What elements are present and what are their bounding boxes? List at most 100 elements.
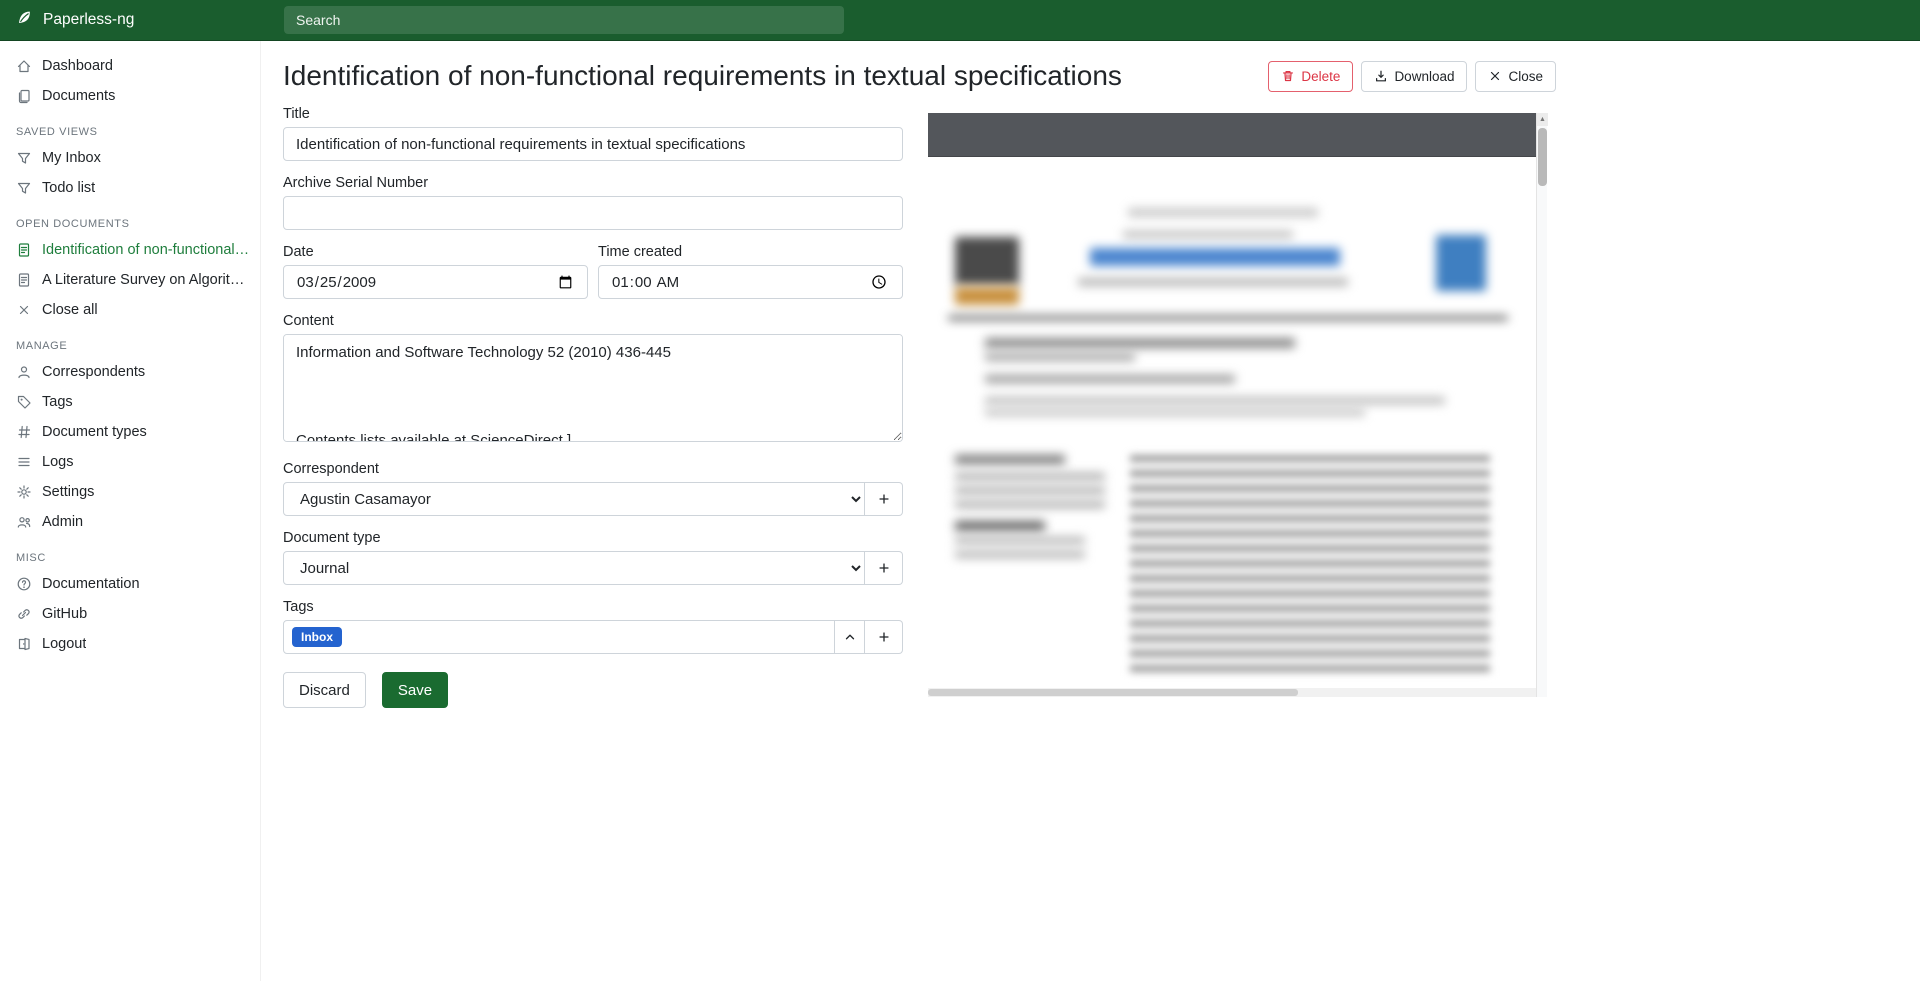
sidebar-open-doc-1[interactable]: Identification of non-functional require… — [0, 235, 260, 265]
document-actions: Delete Download Close — [1268, 61, 1556, 92]
trash-icon — [1281, 69, 1295, 83]
sidebar-item-label: Documents — [42, 88, 115, 104]
house-icon — [16, 58, 32, 74]
sidebar-item-document-types[interactable]: Document types — [0, 417, 260, 447]
sidebar-item-label: My Inbox — [42, 150, 101, 166]
scrollbar-thumb[interactable] — [928, 689, 1298, 696]
sidebar-item-label: GitHub — [42, 606, 87, 622]
sidebar-item-label: Document types — [42, 424, 147, 440]
sidebar-item-todo-list[interactable]: Todo list — [0, 173, 260, 203]
document-edit-form: Title Archive Serial Number Date Time cr… — [283, 106, 903, 708]
tags-input[interactable]: Inbox — [283, 620, 835, 654]
preview-blur-block — [1078, 278, 1348, 286]
date-input[interactable] — [283, 265, 588, 299]
sidebar-item-my-inbox[interactable]: My Inbox — [0, 143, 260, 173]
preview-blur-block — [955, 537, 1085, 544]
preview-blur-block — [955, 551, 1085, 558]
preview-abstract-block — [1130, 455, 1490, 677]
sidebar-item-label: Tags — [42, 394, 73, 410]
person-icon — [16, 364, 32, 380]
sidebar-item-documents[interactable]: Documents — [0, 81, 260, 111]
hash-icon — [16, 424, 32, 440]
preview-authors-line — [985, 375, 1235, 383]
preview-blur-block — [1128, 208, 1318, 217]
title-label: Title — [283, 106, 903, 122]
sidebar-item-label: Documentation — [42, 576, 140, 592]
tag-icon — [16, 394, 32, 410]
sidebar-item-tags[interactable]: Tags — [0, 387, 260, 417]
pdf-page — [928, 157, 1536, 688]
tag-badge-inbox[interactable]: Inbox — [292, 627, 342, 647]
preview-blur-block — [955, 455, 1065, 464]
preview-scrollbar-horizontal[interactable] — [928, 688, 1536, 697]
save-button[interactable]: Save — [382, 672, 448, 708]
scroll-up-icon[interactable]: ▲ — [1537, 113, 1548, 126]
sidebar-item-github[interactable]: GitHub — [0, 599, 260, 629]
document-type-select[interactable]: Journal — [283, 551, 865, 585]
file-text-icon — [16, 242, 32, 258]
sidebar-item-logout[interactable]: Logout — [0, 629, 260, 659]
sidebar-item-label: Logout — [42, 636, 86, 652]
delete-button-label: Delete — [1301, 69, 1340, 84]
funnel-icon — [16, 180, 32, 196]
paperless-logo-icon — [15, 8, 34, 32]
brand[interactable]: Paperless-ng — [0, 8, 261, 32]
preview-publisher-logo — [1436, 235, 1486, 291]
sidebar-item-admin[interactable]: Admin — [0, 507, 260, 537]
time-created-input[interactable] — [598, 265, 903, 299]
gear-icon — [16, 484, 32, 500]
preview-divider — [948, 316, 1508, 320]
plus-icon — [877, 561, 891, 575]
close-button[interactable]: Close — [1475, 61, 1556, 92]
sidebar-item-logs[interactable]: Logs — [0, 447, 260, 477]
add-correspondent-button[interactable] — [865, 482, 903, 516]
top-navbar: Paperless-ng — [0, 0, 1920, 41]
preview-journal-title — [1090, 248, 1340, 266]
delete-button[interactable]: Delete — [1268, 61, 1353, 92]
download-icon — [1374, 69, 1388, 83]
sidebar-section-manage: MANAGE — [0, 325, 260, 357]
download-button-label: Download — [1394, 69, 1454, 84]
title-input[interactable] — [283, 127, 903, 161]
asn-input[interactable] — [283, 196, 903, 230]
add-tag-button[interactable] — [865, 620, 903, 654]
correspondent-select[interactable]: Agustin Casamayor — [283, 482, 865, 516]
tags-collapse-button[interactable] — [835, 620, 865, 654]
sidebar-item-label: Settings — [42, 484, 94, 500]
plus-icon — [877, 630, 891, 644]
preview-blur-block — [985, 409, 1365, 416]
page-header: Identification of non-functional require… — [283, 60, 1556, 92]
sidebar-item-close-all[interactable]: Close all — [0, 295, 260, 325]
preview-journal-logo — [955, 237, 1019, 285]
pdf-preview: ▲ — [928, 113, 1547, 697]
sidebar-item-label: Admin — [42, 514, 83, 530]
date-label: Date — [283, 244, 588, 260]
pdf-toolbar[interactable] — [928, 113, 1536, 157]
preview-blur-block — [955, 487, 1105, 494]
sidebar-item-documentation[interactable]: Documentation — [0, 569, 260, 599]
file-text-icon — [16, 272, 32, 288]
sidebar-open-doc-2[interactable]: A Literature Survey on Algorithms for Mu… — [0, 265, 260, 295]
preview-scrollbar-vertical[interactable]: ▲ — [1536, 113, 1547, 697]
close-button-label: Close — [1508, 69, 1543, 84]
x-icon — [16, 302, 32, 318]
content-textarea[interactable]: Information and Software Technology 52 (… — [283, 334, 903, 442]
sidebar-item-label: Dashboard — [42, 58, 113, 74]
add-document-type-button[interactable] — [865, 551, 903, 585]
question-circle-icon — [16, 576, 32, 592]
link-icon — [16, 606, 32, 622]
sidebar-item-settings[interactable]: Settings — [0, 477, 260, 507]
discard-button[interactable]: Discard — [283, 672, 366, 708]
preview-blur-block — [955, 501, 1105, 508]
open-document-title: A Literature Survey on Algorithms for Mu… — [42, 272, 250, 288]
chevron-up-icon — [843, 630, 857, 644]
sidebar-item-dashboard[interactable]: Dashboard — [0, 51, 260, 81]
download-button[interactable]: Download — [1361, 61, 1467, 92]
sidebar-item-correspondents[interactable]: Correspondents — [0, 357, 260, 387]
scrollbar-thumb[interactable] — [1538, 128, 1547, 186]
search-input[interactable] — [284, 6, 844, 34]
sidebar-item-label: Todo list — [42, 180, 95, 196]
sidebar-item-label: Close all — [42, 302, 98, 318]
page-title: Identification of non-functional require… — [283, 60, 1122, 92]
funnel-icon — [16, 150, 32, 166]
